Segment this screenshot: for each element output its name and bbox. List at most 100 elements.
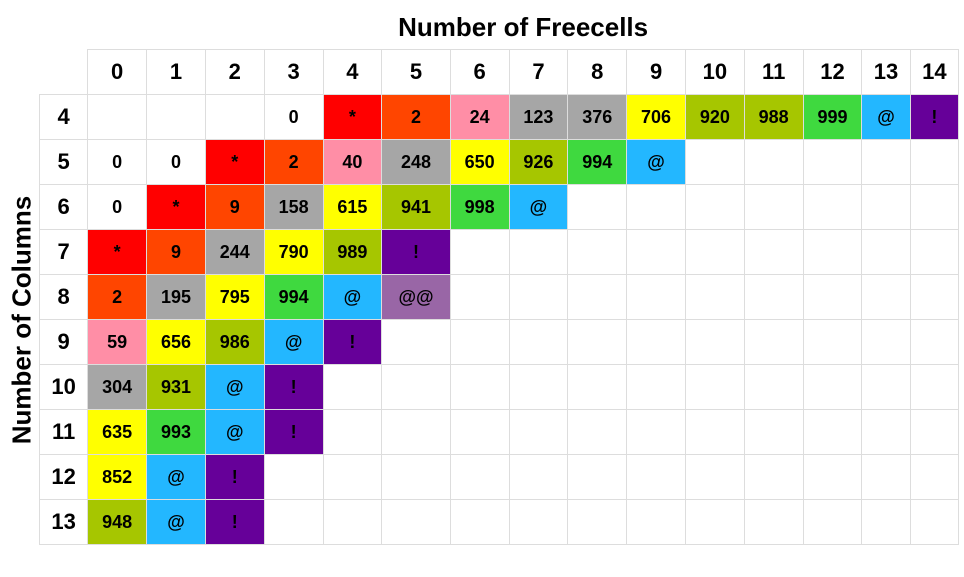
data-cell [568,230,627,275]
y-axis-title: Number of Columns [7,195,38,443]
col-header: 7 [509,50,568,95]
col-header: 3 [264,50,323,95]
data-cell [88,95,147,140]
data-cell [910,500,958,545]
data-cell [264,500,323,545]
data-cell: 926 [509,140,568,185]
row-header: 12 [40,455,88,500]
data-cell [803,455,862,500]
col-header: 1 [147,50,206,95]
data-cell: 795 [205,275,264,320]
data-cell: ! [205,455,264,500]
data-cell: 790 [264,230,323,275]
data-cell: 650 [450,140,509,185]
data-cell [803,140,862,185]
data-cell [862,365,910,410]
data-cell: * [88,230,147,275]
data-cell [862,230,910,275]
data-cell [685,230,744,275]
data-cell [803,410,862,455]
data-cell [910,275,958,320]
row-header: 10 [40,365,88,410]
data-cell [264,455,323,500]
data-cell [744,500,803,545]
data-cell [509,500,568,545]
data-cell: 9 [205,185,264,230]
data-cell: 948 [88,500,147,545]
data-cell [450,500,509,545]
table-row: 11635993@! [5,410,959,455]
col-header: 9 [627,50,686,95]
data-cell [450,275,509,320]
data-cell [509,230,568,275]
data-cell: @ [509,185,568,230]
data-cell [803,500,862,545]
data-cell [509,410,568,455]
row-header: 13 [40,500,88,545]
col-header: 5 [382,50,450,95]
data-cell [862,410,910,455]
data-cell: 941 [382,185,450,230]
data-cell [910,320,958,365]
data-cell [744,320,803,365]
data-cell [685,320,744,365]
data-cell [382,500,450,545]
x-axis-title: Number of Freecells [88,5,959,50]
table-row: 82195795994@@@ [5,275,959,320]
data-cell [382,365,450,410]
data-cell [450,410,509,455]
data-cell: ! [205,500,264,545]
data-cell [509,365,568,410]
data-cell [685,455,744,500]
data-cell [382,320,450,365]
data-cell [685,410,744,455]
data-cell [323,410,382,455]
data-cell [568,275,627,320]
data-cell: @ [147,455,206,500]
data-cell: 706 [627,95,686,140]
data-cell: 920 [685,95,744,140]
data-cell [323,365,382,410]
data-cell: 123 [509,95,568,140]
data-cell [803,365,862,410]
data-cell [205,95,264,140]
data-cell [568,185,627,230]
data-cell [744,140,803,185]
col-header: 11 [744,50,803,95]
col-header: 13 [862,50,910,95]
col-header: 10 [685,50,744,95]
data-cell: 158 [264,185,323,230]
data-cell: 9 [147,230,206,275]
data-cell [323,500,382,545]
data-cell [450,455,509,500]
data-cell [803,275,862,320]
data-cell: 615 [323,185,382,230]
data-cell [685,275,744,320]
col-header: 14 [910,50,958,95]
col-header: 6 [450,50,509,95]
data-cell: 993 [147,410,206,455]
data-cell: * [323,95,382,140]
data-cell [627,230,686,275]
data-cell [862,500,910,545]
data-cell: 2 [88,275,147,320]
data-cell [509,275,568,320]
data-cell [744,275,803,320]
row-header: 5 [40,140,88,185]
data-cell: ! [382,230,450,275]
data-cell: 988 [744,95,803,140]
data-cell: 0 [88,185,147,230]
data-cell: 59 [88,320,147,365]
col-header: 4 [323,50,382,95]
data-cell: 24 [450,95,509,140]
data-cell [862,140,910,185]
row-header: 4 [40,95,88,140]
data-cell: 852 [88,455,147,500]
data-cell [450,320,509,365]
heatmap-table: Number of Freecells 0 1 2 3 4 5 6 7 8 9 … [5,5,959,545]
data-cell: @@ [382,275,450,320]
data-cell: ! [910,95,958,140]
data-cell: @ [862,95,910,140]
data-cell: 998 [450,185,509,230]
data-cell [627,275,686,320]
